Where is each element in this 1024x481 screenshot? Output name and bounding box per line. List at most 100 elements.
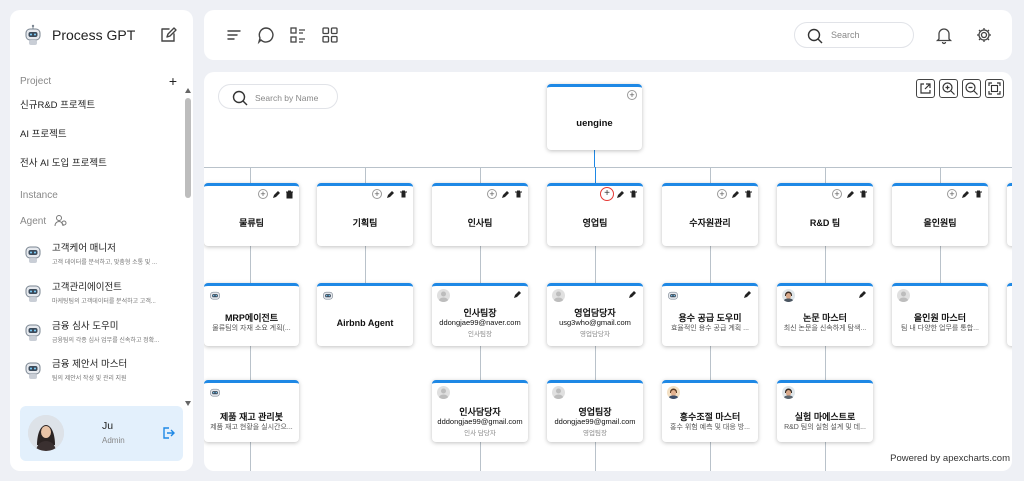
fit-screen-icon[interactable] <box>985 79 1004 98</box>
trash-icon[interactable] <box>285 190 294 199</box>
org-chart-canvas[interactable]: Search by Name + uengine + 물류팀 + 기획팀 + 인… <box>204 72 1012 471</box>
avatar <box>28 415 64 451</box>
add-node-button[interactable]: + <box>372 189 382 199</box>
org-node-root[interactable]: + uengine <box>547 84 642 150</box>
zoom-out-icon[interactable] <box>962 79 981 98</box>
trash-icon[interactable] <box>629 190 638 199</box>
add-node-button[interactable]: + <box>487 189 497 199</box>
sidebar-item-project[interactable]: AI 프로젝트 <box>20 126 67 140</box>
search-placeholder: Search <box>831 30 860 40</box>
agent-list-item[interactable]: 고객케어 매니저 고객 데이터를 분석하고, 맞춤형 소통 및 ... <box>22 240 174 274</box>
user-role: Admin <box>102 436 125 445</box>
agent-description: 고객 데이터를 분석하고, 맞춤형 소통 및 ... <box>52 260 157 266</box>
member-node[interactable]: 제품 재고 관리봇 제품 재고 현황을 실시간으... <box>204 380 299 442</box>
bell-icon[interactable] <box>934 25 954 45</box>
add-node-button[interactable]: + <box>832 189 842 199</box>
member-description: 효율적인 용수 공급 계획 ... <box>670 325 749 332</box>
pencil-icon[interactable] <box>501 190 510 199</box>
member-node[interactable]: 영업담당자 usg3who@gmail.com 영업담당자 <box>547 283 643 346</box>
member-node[interactable]: 인사팀장 ddongjae99@naver.com 인사팀장 <box>432 283 528 346</box>
team-node[interactable]: + 인사팀 <box>432 183 528 246</box>
member-node[interactable]: 올인원 마스터 팀 내 다양한 업무를 통합... <box>892 283 988 346</box>
member-node[interactable]: 논문 마스터 최신 논문을 신속하게 탐색... <box>777 283 873 346</box>
member-email: ddongjae99@naver.com <box>439 318 521 327</box>
sidebar-item-project[interactable]: 전사 AI 도입 프로젝트 <box>20 155 107 169</box>
trash-icon[interactable] <box>974 190 983 199</box>
agent-list-item[interactable]: 고객관리에이전트마케팅팀의 고객데이터를 분석하고 고객... <box>22 279 174 313</box>
add-node-button[interactable]: + <box>947 189 957 199</box>
trash-icon[interactable] <box>514 190 523 199</box>
pencil-icon[interactable] <box>272 190 281 199</box>
robot-avatar-icon <box>323 291 333 300</box>
pencil-icon[interactable] <box>386 190 395 199</box>
member-node[interactable]: Airbnb Agent <box>317 283 413 346</box>
add-node-button[interactable]: + <box>258 189 268 199</box>
user-avatar-icon <box>897 289 910 302</box>
team-name: 인사팀 <box>467 218 493 228</box>
zoom-in-icon[interactable] <box>939 79 958 98</box>
new-chat-edit-icon[interactable] <box>159 26 177 44</box>
member-node[interactable]: 홍수조절 마스터 홍수 위험 예측 및 대응 방... <box>662 380 758 442</box>
menu-icon[interactable] <box>224 25 244 45</box>
global-search-input[interactable]: Search <box>794 22 914 48</box>
trash-icon[interactable] <box>744 190 753 199</box>
add-node-button[interactable]: + <box>600 187 614 201</box>
team-node[interactable]: + R&D 팀 <box>777 183 873 246</box>
pencil-icon[interactable] <box>743 290 752 299</box>
trash-icon[interactable] <box>859 190 868 199</box>
gear-icon[interactable] <box>974 25 994 45</box>
member-description: R&D 팀의 실험 설계 및 데... <box>784 424 866 431</box>
pencil-icon[interactable] <box>846 190 855 199</box>
org-search-input[interactable]: Search by Name <box>218 84 338 109</box>
member-node[interactable]: 영업팀장 ddongjae99@gmail.com 영업팀장 <box>547 380 643 442</box>
member-title: Airbnb Agent <box>336 318 394 328</box>
export-icon[interactable] <box>916 79 935 98</box>
grid-view-icon[interactable] <box>320 25 340 45</box>
team-node[interactable]: + 영업팀 <box>547 183 643 246</box>
add-node-button[interactable]: + <box>717 189 727 199</box>
search-icon <box>232 90 248 106</box>
project-section-label: Project <box>20 76 52 87</box>
team-node[interactable]: + 수자원관리 <box>662 183 758 246</box>
chat-bubble-icon[interactable] <box>256 25 276 45</box>
add-node-button[interactable]: + <box>627 90 637 100</box>
scroll-down-icon[interactable] <box>185 401 191 406</box>
agent-list-item[interactable]: 금융 제안서 마스터 팀의 제안서 작성 및 관리 지원 <box>22 356 174 390</box>
powered-by-link[interactable]: Powered by apexcharts.com <box>890 453 1010 464</box>
member-node-partial[interactable] <box>1007 283 1012 346</box>
pencil-icon[interactable] <box>616 190 625 199</box>
member-role: 영업팀장 <box>583 430 607 437</box>
pencil-icon[interactable] <box>731 190 740 199</box>
list-view-icon[interactable] <box>288 25 308 45</box>
logout-icon[interactable] <box>161 426 175 440</box>
agent-group-icon[interactable] <box>54 214 67 227</box>
user-avatar-icon <box>552 289 565 302</box>
trash-icon[interactable] <box>399 190 408 199</box>
scroll-thumb[interactable] <box>185 98 191 198</box>
pencil-icon[interactable] <box>513 290 522 299</box>
member-node[interactable]: 인사담당자 dddongjae99@gmail.com 인사 담당자 <box>432 380 528 442</box>
agent-description: 마케팅팀의 고객데이터를 분석하고 고객... <box>52 299 156 305</box>
robot-avatar-icon <box>25 324 41 341</box>
agent-section-label: Agent <box>20 216 47 227</box>
member-node[interactable]: MRP에이전트 물류팀의 자재 소요 계획(... <box>204 283 299 346</box>
member-description: 제품 재고 현황을 실시간으... <box>210 424 293 431</box>
member-node[interactable]: 용수 공급 도우미 효율적인 용수 공급 계획 ... <box>662 283 758 346</box>
member-node[interactable]: 실험 마에스트로 R&D 팀의 실험 설계 및 데... <box>777 380 873 442</box>
add-project-button[interactable]: + <box>169 74 177 88</box>
pencil-icon[interactable] <box>858 290 867 299</box>
sidebar-scrollbar[interactable] <box>185 88 191 406</box>
team-node[interactable]: + 올인원팀 <box>892 183 988 246</box>
pencil-icon[interactable] <box>628 290 637 299</box>
user-profile-card[interactable]: Ju Admin <box>20 406 183 461</box>
man-avatar-icon <box>782 386 795 399</box>
team-node[interactable]: + 물류팀 <box>204 183 299 246</box>
agent-list-item[interactable]: 금융 심사 도우미 금융팀의 각종 심사 업무를 신속하고 정확... <box>22 318 174 352</box>
member-role: 영업담당자 <box>580 331 610 338</box>
sidebar-item-project[interactable]: 신규R&D 프로젝트 <box>20 97 95 111</box>
scroll-up-icon[interactable] <box>185 88 191 93</box>
agent-name: 고객관리에이전트 <box>52 282 122 293</box>
team-node-partial[interactable] <box>1007 183 1012 246</box>
pencil-icon[interactable] <box>961 190 970 199</box>
team-node[interactable]: + 기획팀 <box>317 183 413 246</box>
